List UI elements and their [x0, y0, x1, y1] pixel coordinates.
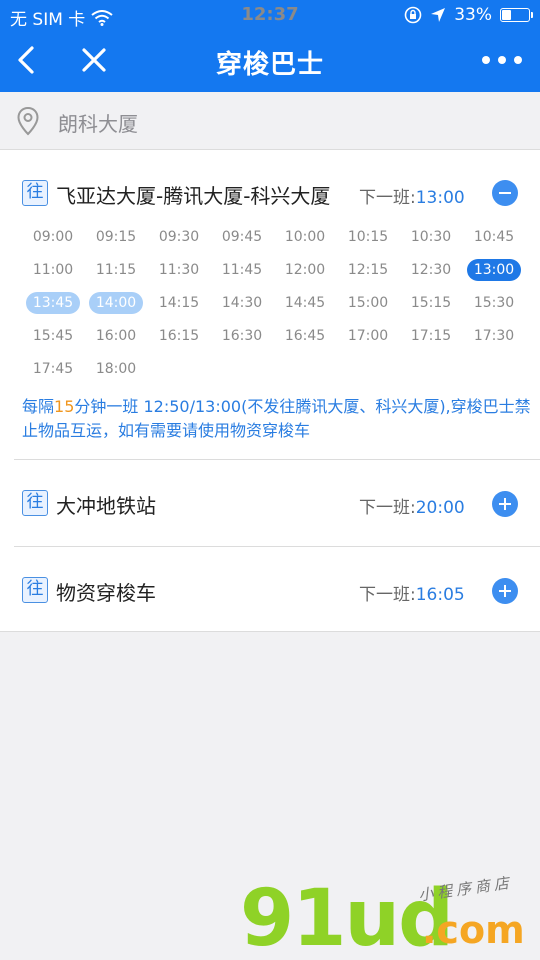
departure-time[interactable]: 12:15: [341, 259, 395, 281]
departure-time[interactable]: 17:00: [341, 325, 395, 347]
battery-percent: 33%: [454, 5, 492, 25]
departure-time[interactable]: 11:00: [26, 259, 80, 281]
departure-time[interactable]: 10:30: [404, 226, 458, 248]
departure-time[interactable]: 14:00: [89, 292, 143, 314]
route-item[interactable]: 往 物资穿梭车 下一班:16:05: [14, 547, 540, 632]
rotation-lock-icon: [404, 6, 422, 24]
departure-time[interactable]: 09:45: [215, 226, 269, 248]
direction-tag: 往: [22, 180, 48, 206]
battery-icon: [500, 8, 533, 22]
departure-time[interactable]: 11:45: [215, 259, 269, 281]
departure-time[interactable]: 17:30: [467, 325, 521, 347]
departure-time[interactable]: 15:45: [26, 325, 80, 347]
next-time: 13:00: [415, 188, 465, 208]
route-name[interactable]: 飞亚达大厦-腾讯大厦-科兴大厦: [56, 180, 330, 209]
next-departure: 下一班:16:05: [359, 580, 465, 605]
departure-time[interactable]: 13:45: [26, 292, 80, 314]
route-note: 每隔15分钟一班 12:50/13:00(不发往腾讯大厦、科兴大厦),穿梭巴士禁…: [22, 395, 534, 443]
route-item-expanded: 往 飞亚达大厦-腾讯大厦-科兴大厦 下一班:13:00 09:00 09:15 09…: [14, 150, 540, 460]
departure-time[interactable]: 15:30: [467, 292, 521, 314]
location-pin-icon: [17, 106, 39, 136]
departure-time[interactable]: 17:15: [404, 325, 458, 347]
direction-tag: 往: [22, 577, 48, 603]
departure-time[interactable]: 14:30: [215, 292, 269, 314]
note-prefix: 每隔: [22, 397, 55, 416]
departure-time[interactable]: 10:00: [278, 226, 332, 248]
next-time: 16:05: [415, 585, 465, 605]
next-departure: 下一班:20:00: [359, 493, 465, 518]
status-bar: 无 SIM 卡 12:37 33%: [0, 0, 540, 32]
departure-time[interactable]: 14:45: [278, 292, 332, 314]
header: 无 SIM 卡 12:37 33% 穿梭巴士: [0, 0, 540, 92]
location-arrow-icon: [431, 8, 446, 22]
page-title: 穿梭巴士: [215, 50, 324, 80]
status-right: 33%: [404, 5, 533, 25]
departure-time[interactable]: 10:45: [467, 226, 521, 248]
departure-time[interactable]: 15:00: [341, 292, 395, 314]
departure-time[interactable]: 11:15: [89, 259, 143, 281]
departure-time[interactable]: 18:00: [89, 358, 143, 380]
route-name[interactable]: 大冲地铁站: [56, 490, 156, 519]
next-label: 下一班:: [359, 585, 416, 605]
departure-time[interactable]: 14:15: [152, 292, 206, 314]
departure-time[interactable]: 10:15: [341, 226, 395, 248]
route-item[interactable]: 往 大冲地铁站 下一班:20:00: [14, 460, 540, 547]
watermark-logo: 91ud .com 小程序商店: [240, 873, 540, 960]
next-time: 20:00: [415, 498, 465, 518]
more-dot: [514, 56, 522, 64]
collapse-icon[interactable]: [492, 180, 518, 206]
next-label: 下一班:: [359, 188, 416, 208]
departure-time[interactable]: 09:00: [26, 226, 80, 248]
departure-time[interactable]: 17:45: [26, 358, 80, 380]
watermark-suffix: .com: [422, 908, 525, 952]
expand-icon[interactable]: [492, 578, 518, 604]
departure-time[interactable]: 16:15: [152, 325, 206, 347]
more-dot: [498, 56, 506, 64]
next-label: 下一班:: [359, 498, 416, 518]
location-name: 朗科大厦: [58, 112, 138, 136]
departure-time[interactable]: 16:30: [215, 325, 269, 347]
departure-time[interactable]: 12:30: [404, 259, 458, 281]
departure-time[interactable]: 16:00: [89, 325, 143, 347]
nav-bar: 穿梭巴士: [0, 32, 540, 92]
note-interval: 15: [54, 397, 75, 416]
departure-time[interactable]: 11:30: [152, 259, 206, 281]
expand-icon[interactable]: [492, 491, 518, 517]
departure-time[interactable]: 15:15: [404, 292, 458, 314]
route-name[interactable]: 物资穿梭车: [56, 577, 156, 606]
more-dot: [482, 56, 490, 64]
departure-time[interactable]: 16:45: [278, 325, 332, 347]
route-list: 往 飞亚达大厦-腾讯大厦-科兴大厦 下一班:13:00 09:00 09:15 09…: [0, 150, 540, 632]
departure-time[interactable]: 09:15: [89, 226, 143, 248]
departure-time[interactable]: 12:00: [278, 259, 332, 281]
departure-time[interactable]: 13:00: [467, 259, 521, 281]
more-icon[interactable]: [482, 51, 522, 69]
next-departure: 下一班:13:00: [359, 183, 465, 208]
note-rest: 分钟一班 12:50/13:00(不发往腾讯大厦、科兴大厦),穿梭巴士禁止物品互…: [22, 397, 531, 440]
location-bar[interactable]: 朗科大厦: [0, 92, 540, 150]
departure-time[interactable]: 09:30: [152, 226, 206, 248]
direction-tag: 往: [22, 490, 48, 516]
